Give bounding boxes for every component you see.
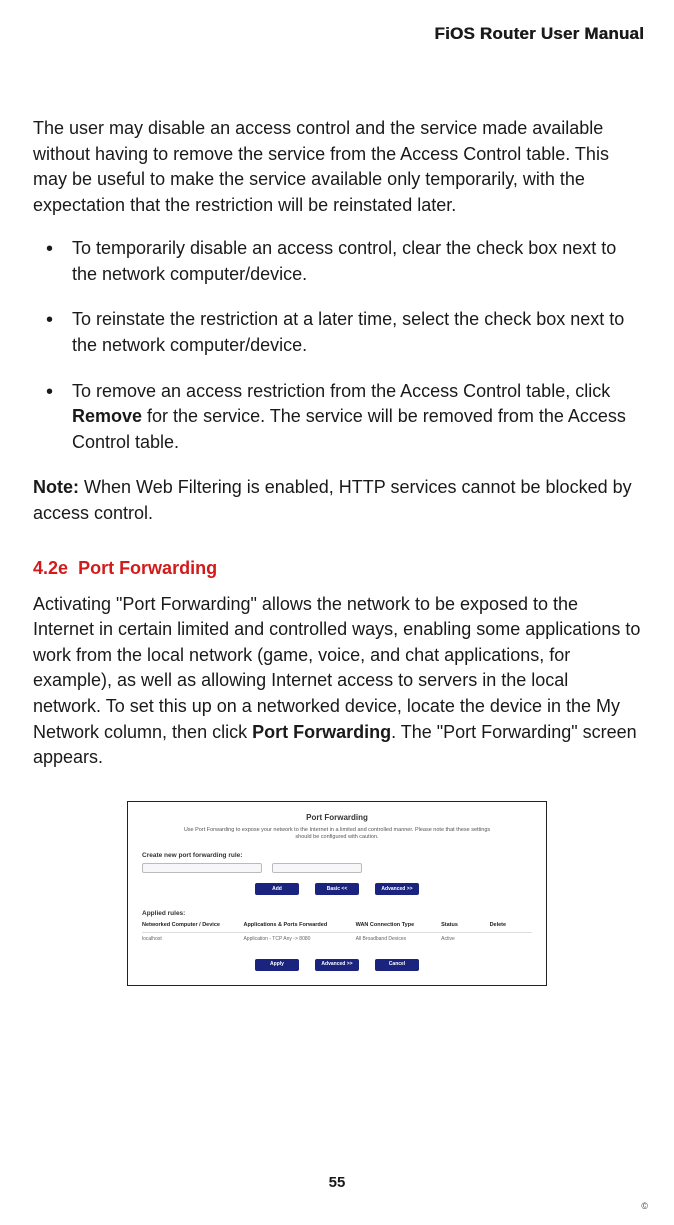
fig-table-head: Networked Computer / Device Applications…: [142, 922, 532, 934]
fig-col: Status: [441, 922, 483, 930]
fig-col: WAN Connection Type: [356, 922, 436, 930]
fig-subtitle: Use Port Forwarding to expose your netwo…: [182, 827, 492, 841]
pf-bold: Port Forwarding: [252, 722, 391, 742]
fig-button-row: Apply Advanced >> Cancel: [142, 959, 532, 971]
add-button[interactable]: Add: [255, 883, 299, 895]
note-label: Note:: [33, 477, 79, 497]
bullet-list: To temporarily disable an access control…: [46, 236, 636, 455]
port-forwarding-paragraph: Activating "Port Forwarding" allows the …: [33, 592, 641, 771]
fig-cell: Application - TCP Any -> 8080: [243, 936, 349, 943]
port-forwarding-screenshot: Port Forwarding Use Port Forwarding to e…: [127, 801, 547, 986]
pf-text: Activating "Port Forwarding" allows the …: [33, 594, 640, 742]
fig-title: Port Forwarding: [142, 812, 532, 823]
bullet-bold: Remove: [72, 406, 142, 426]
bullet-item: To reinstate the restriction at a later …: [46, 307, 636, 358]
cancel-button[interactable]: Cancel: [375, 959, 419, 971]
reset-button[interactable]: Basic <<: [315, 883, 359, 895]
fig-table: Networked Computer / Device Applications…: [142, 922, 532, 947]
advanced-button[interactable]: Advanced >>: [375, 883, 419, 895]
advanced-button[interactable]: Advanced >>: [315, 959, 359, 971]
bullet-item: To temporarily disable an access control…: [46, 236, 636, 287]
fig-section-label: Create new port forwarding rule:: [142, 851, 532, 860]
fig-table-row: localhost Application - TCP Any -> 8080 …: [142, 933, 532, 946]
fig-select[interactable]: [272, 863, 362, 873]
fig-cell: All Broadband Devices: [356, 936, 436, 943]
fig-select[interactable]: [142, 863, 262, 873]
fig-button-row: Add Basic << Advanced >>: [142, 883, 532, 895]
note-paragraph: Note: When Web Filtering is enabled, HTT…: [33, 475, 641, 526]
bullet-text: To remove an access restriction from the…: [72, 381, 610, 401]
bullet-text: for the service. The service will be rem…: [72, 406, 626, 452]
section-number: 4.2e: [33, 558, 68, 578]
fig-cell: [490, 936, 532, 943]
bullet-item: To remove an access restriction from the…: [46, 379, 636, 456]
fig-cell: Active: [441, 936, 483, 943]
page-number: 55: [0, 1172, 674, 1193]
apply-button[interactable]: Apply: [255, 959, 299, 971]
fig-section-label: Applied rules:: [142, 909, 532, 918]
fig-col: Applications & Ports Forwarded: [243, 922, 349, 930]
fig-rule-row: [142, 863, 532, 873]
copyright-symbol: ©: [641, 1200, 648, 1213]
intro-paragraph: The user may disable an access control a…: [33, 116, 641, 218]
note-text: When Web Filtering is enabled, HTTP serv…: [33, 477, 632, 523]
section-title: Port Forwarding: [78, 558, 217, 578]
doc-header: FiOS Router User Manual: [30, 22, 644, 46]
fig-cell: localhost: [142, 936, 237, 943]
fig-col: Delete: [490, 922, 532, 930]
fig-col: Networked Computer / Device: [142, 922, 237, 930]
section-heading: 4.2e Port Forwarding: [33, 556, 641, 582]
